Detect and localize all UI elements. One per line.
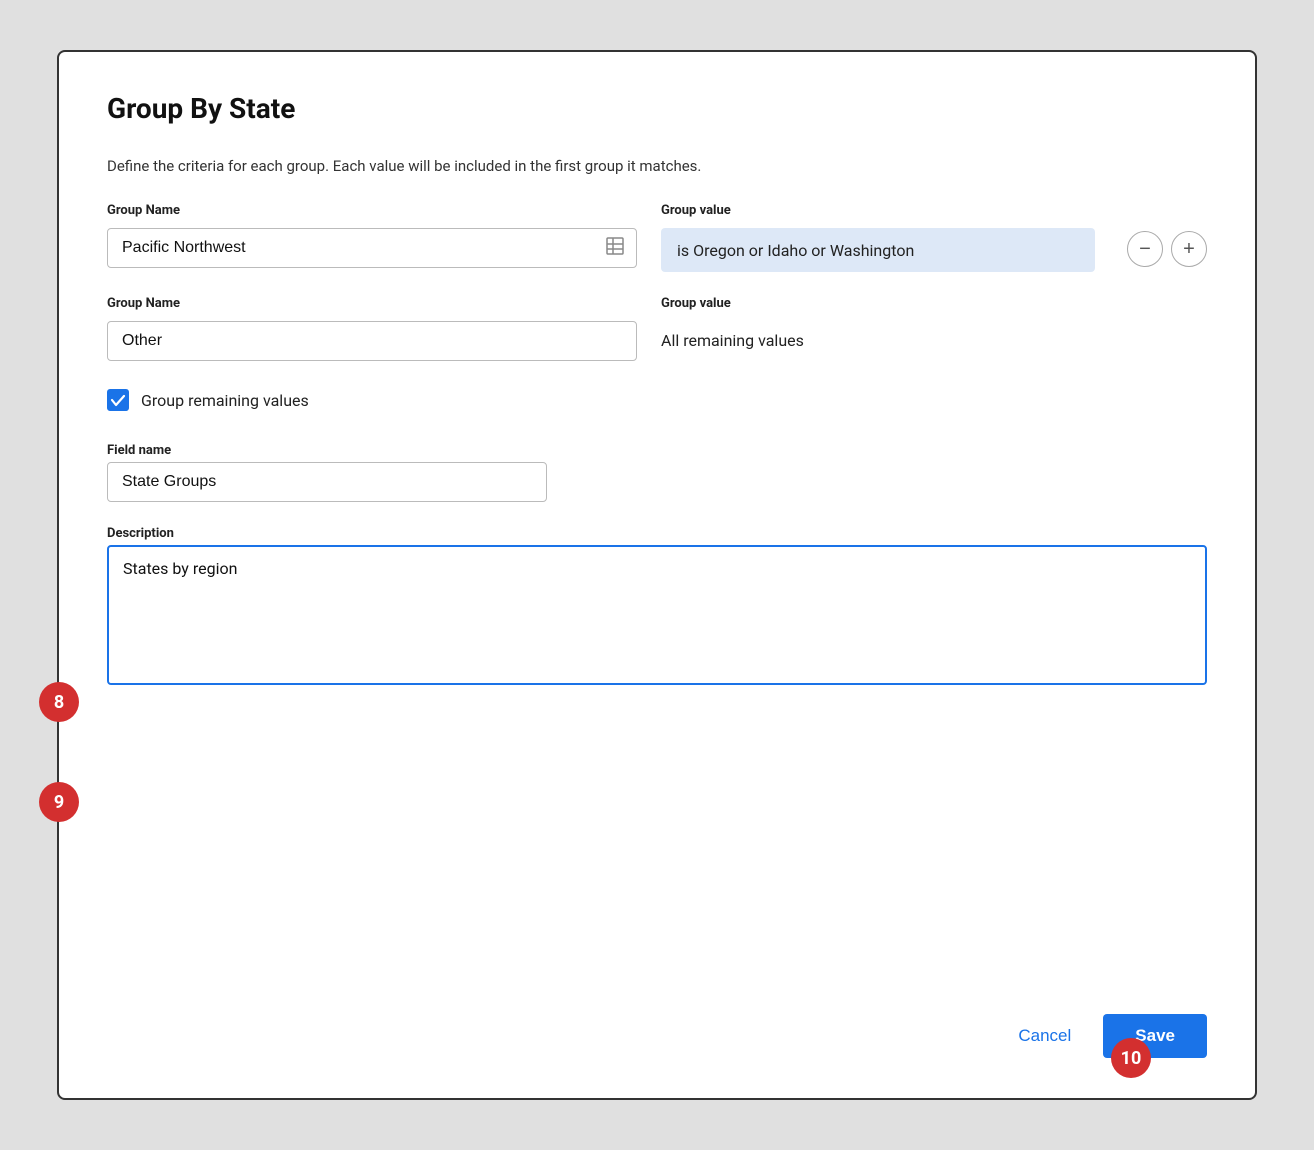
plus-icon: + — [1183, 239, 1195, 259]
group1-value-label: Group value — [661, 203, 1095, 218]
step-badge-8: 8 — [39, 682, 79, 722]
minus-icon: − — [1139, 239, 1151, 259]
field-name-input[interactable] — [107, 462, 547, 502]
description-label: Description — [107, 526, 1207, 541]
group1-value-box: is Oregon or Idaho or Washington — [661, 228, 1095, 272]
description-textarea[interactable]: States by region — [107, 545, 1207, 685]
button-row: Cancel Save — [107, 974, 1207, 1058]
checkbox-label: Group remaining values — [141, 391, 309, 410]
field-name-label: Field name — [107, 443, 1207, 458]
step-badge-10: 10 — [1111, 1038, 1151, 1078]
description-section: Description States by region — [107, 526, 1207, 689]
instructions-text: Define the criteria for each group. Each… — [107, 157, 1207, 175]
cancel-button[interactable]: Cancel — [1002, 1016, 1087, 1056]
group1-controls: − + — [1127, 203, 1207, 267]
group2-name-label: Group Name — [107, 296, 637, 311]
group2-value-static: All remaining values — [661, 321, 1207, 360]
group1-name-col: Group Name — [107, 203, 637, 268]
dialog-title: Group By State — [107, 92, 1207, 125]
group1-value-col: Group value is Oregon or Idaho or Washin… — [661, 203, 1095, 272]
remove-group1-button[interactable]: − — [1127, 231, 1163, 267]
group-by-state-dialog: 8 9 10 Group By State Define the criteri… — [57, 50, 1257, 1100]
group1-name-input[interactable] — [107, 228, 637, 268]
group2-value-label: Group value — [661, 296, 1207, 311]
checkbox-row[interactable]: Group remaining values — [107, 389, 1207, 411]
group2-value-col: Group value All remaining values — [661, 296, 1207, 360]
group-remaining-checkbox[interactable] — [107, 389, 129, 411]
group2-name-col: Group Name — [107, 296, 637, 361]
group1-name-input-wrapper — [107, 228, 637, 268]
group1-name-label: Group Name — [107, 203, 637, 218]
field-name-section: Field name — [107, 443, 1207, 502]
table-icon — [605, 236, 625, 260]
add-group-button[interactable]: + — [1171, 231, 1207, 267]
group-row-1: Group Name Group value is Oregon or Idah… — [107, 203, 1207, 272]
group2-name-input[interactable] — [107, 321, 637, 361]
step-badge-9: 9 — [39, 782, 79, 822]
group-row-2: Group Name Group value All remaining val… — [107, 296, 1207, 361]
